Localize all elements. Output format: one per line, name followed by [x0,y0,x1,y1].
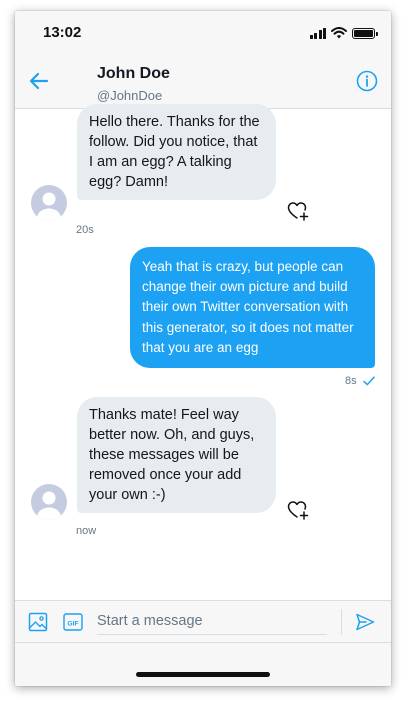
message-timestamp: 8s [345,375,357,387]
bottom-bar [15,643,391,686]
add-gif-button[interactable]: GIF [63,613,83,631]
gif-icon: GIF [63,613,83,631]
like-message-button[interactable] [287,500,309,520]
send-icon [356,613,375,631]
avatar[interactable] [31,185,67,221]
contact-handle: @JohnDoe [97,88,163,103]
message-timestamp: 20s [76,224,94,236]
heart-plus-icon [287,202,309,221]
message-text: Thanks mate! Feel way better now. Oh, an… [89,407,255,503]
status-bar: 13:02 [15,11,391,55]
wifi-icon [331,27,347,39]
contact-name[interactable]: John Doe [97,65,170,83]
send-button[interactable] [355,612,375,632]
message-input[interactable] [97,607,327,635]
svg-text:GIF: GIF [67,620,78,627]
message-text: Hello there. Thanks for the follow. Did … [89,114,260,190]
conversation-header: John Doe @JohnDoe [15,55,391,109]
composer-divider [341,609,342,635]
incoming-message-bubble[interactable]: Thanks mate! Feel way better now. Oh, an… [77,397,276,513]
phone-frame: 13:02 John Doe @JohnDoe Hello there. Tha… [15,11,391,686]
info-button[interactable] [356,70,378,92]
message-timestamp: now [76,525,97,537]
message-text: Yeah that is crazy, but people can chang… [142,259,354,355]
battery-icon [352,27,378,39]
default-avatar-icon [37,192,61,221]
outgoing-message-bubble[interactable]: Yeah that is crazy, but people can chang… [130,247,375,369]
avatar[interactable] [31,484,67,520]
like-message-button[interactable] [287,201,309,221]
battery-level [354,29,373,37]
home-indicator[interactable] [136,672,270,677]
info-icon [356,70,378,92]
message-list[interactable]: Hello there. Thanks for the follow. Did … [15,104,391,600]
back-button[interactable] [27,69,51,93]
add-media-button[interactable] [28,612,48,632]
status-time: 13:02 [43,24,82,41]
arrow-left-icon [29,72,49,90]
image-icon [28,612,48,632]
signal-icon [309,27,326,39]
message-composer: GIF [15,600,391,643]
read-check-icon [363,376,375,386]
default-avatar-icon [37,491,61,520]
incoming-message-bubble[interactable]: Hello there. Thanks for the follow. Did … [77,104,276,200]
status-icons [309,27,378,39]
heart-plus-icon [287,501,309,520]
